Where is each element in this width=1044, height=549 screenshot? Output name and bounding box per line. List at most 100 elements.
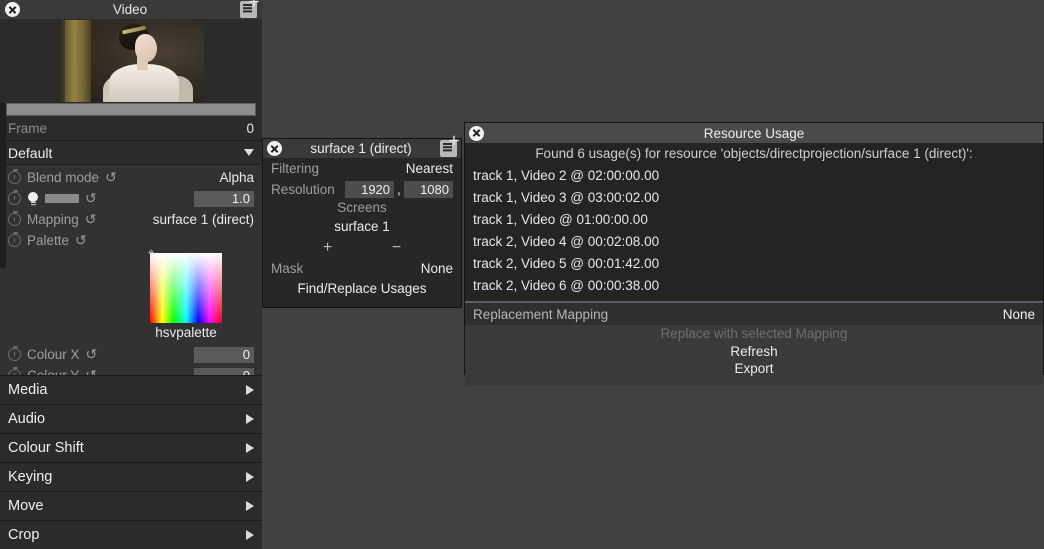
add-screen-button[interactable]: +	[323, 239, 332, 257]
video-panel: Video Frame 0 Default	[0, 0, 262, 549]
usage-list-item[interactable]: track 2, Video 5 @ 00:01:42.00	[465, 253, 1043, 275]
opacity-value[interactable]: 1.0	[194, 191, 254, 207]
replace-with-selected-mapping-button[interactable]: Replace with selected Mapping	[465, 325, 1043, 343]
property-row-colour-x[interactable]: Colour X ↺ 0	[0, 344, 262, 365]
resolution-label: Resolution	[271, 182, 335, 197]
brightness-icon[interactable]	[27, 192, 39, 206]
opacity-slider[interactable]	[45, 194, 79, 203]
keyframe-clock-icon[interactable]	[8, 348, 21, 361]
resource-usage-panel: Resource Usage Found 6 usage(s) for reso…	[464, 122, 1044, 375]
colour-x-label: Colour X	[27, 347, 80, 362]
keyframe-clock-icon[interactable]	[8, 192, 21, 205]
blend-mode-value[interactable]: Alpha	[219, 170, 254, 185]
mapping-value[interactable]: surface 1 (direct)	[153, 212, 254, 227]
chevron-right-icon[interactable]	[246, 443, 254, 453]
replacement-mapping-row[interactable]: Replacement Mapping None	[465, 303, 1043, 325]
usage-list-item[interactable]: track 1, Video 2 @ 02:00:00.00	[465, 165, 1043, 187]
preset-label: Default	[8, 145, 52, 161]
property-row-mapping[interactable]: Mapping ↺ surface 1 (direct)	[0, 209, 262, 230]
palette-swatch-container[interactable]: ⌖ hsvpalette	[0, 253, 262, 340]
surface-panel-title: surface 1 (direct)	[282, 141, 440, 156]
menu-item-label: Audio	[8, 411, 45, 427]
resolution-height-input[interactable]: 1080	[404, 181, 453, 198]
filtering-label: Filtering	[271, 161, 319, 176]
video-panel-title: Video	[20, 2, 240, 17]
close-icon[interactable]	[469, 126, 484, 141]
section-menu: Media Audio Colour Shift Keying Move Cro…	[0, 375, 262, 549]
menu-item-colour-shift[interactable]: Colour Shift	[0, 433, 262, 462]
close-icon[interactable]	[267, 141, 282, 156]
mapping-label: Mapping	[27, 212, 79, 227]
hsv-palette-swatch[interactable]: ⌖	[150, 253, 222, 323]
usage-found-text: Found 6 usage(s) for resource 'objects/d…	[465, 143, 1043, 165]
usage-panel-title: Resource Usage	[484, 126, 1024, 141]
resolution-width-input[interactable]: 1920	[345, 181, 394, 198]
menu-item-audio[interactable]: Audio	[0, 404, 262, 433]
keyframe-clock-icon[interactable]	[8, 171, 21, 184]
keyframe-clock-icon[interactable]	[8, 213, 21, 226]
frame-row[interactable]: Frame 0	[0, 116, 262, 141]
timeline-scrubber[interactable]	[6, 103, 256, 116]
menu-item-label: Media	[8, 382, 48, 398]
app-root: Video Frame 0 Default	[0, 0, 1044, 549]
chevron-right-icon[interactable]	[246, 385, 254, 395]
property-row-opacity[interactable]: ↺ 1.0	[0, 188, 262, 209]
mask-label: Mask	[271, 261, 303, 276]
close-icon[interactable]	[5, 2, 20, 17]
reset-icon[interactable]: ↺	[75, 234, 88, 247]
resolution-separator: ,	[394, 182, 404, 197]
replacement-mapping-value[interactable]: None	[1003, 307, 1035, 322]
reset-icon[interactable]: ↺	[86, 348, 99, 361]
preset-dropdown[interactable]: Default	[0, 141, 262, 165]
replacement-mapping-label: Replacement Mapping	[473, 307, 608, 322]
menu-item-keying[interactable]: Keying	[0, 462, 262, 491]
properties-list: Blend mode ↺ Alpha ↺ 1.0 Mapping ↺ surfa…	[0, 165, 262, 390]
usage-list-item[interactable]: track 2, Video 6 @ 00:00:38.00	[465, 275, 1043, 297]
chevron-right-icon[interactable]	[246, 501, 254, 511]
chevron-right-icon[interactable]	[246, 472, 254, 482]
document-add-icon[interactable]	[240, 1, 257, 18]
mask-row[interactable]: Mask None	[263, 258, 461, 279]
chevron-right-icon[interactable]	[246, 414, 254, 424]
screens-controls: + −	[263, 238, 461, 258]
export-button[interactable]: Export	[465, 360, 1043, 377]
keyframe-clock-icon[interactable]	[8, 234, 21, 247]
menu-item-media[interactable]: Media	[0, 375, 262, 404]
surface-panel-titlebar: surface 1 (direct)	[263, 139, 461, 158]
reset-icon[interactable]: ↺	[85, 213, 98, 226]
menu-item-crop[interactable]: Crop	[0, 520, 262, 549]
menu-item-label: Colour Shift	[8, 440, 84, 456]
resolution-row[interactable]: Resolution 1920 , 1080	[263, 179, 461, 200]
menu-item-label: Keying	[8, 469, 52, 485]
palette-label: Palette	[27, 233, 69, 248]
filtering-value[interactable]: Nearest	[406, 161, 453, 176]
palette-name: hsvpalette	[155, 325, 217, 340]
blend-mode-label: Blend mode	[27, 170, 99, 185]
colour-x-value[interactable]: 0	[194, 347, 254, 363]
filtering-row[interactable]: Filtering Nearest	[263, 158, 461, 179]
usage-list-item[interactable]: track 1, Video @ 01:00:00.00	[465, 209, 1043, 231]
usage-panel-titlebar: Resource Usage	[465, 123, 1043, 143]
find-replace-usages-button[interactable]: Find/Replace Usages	[263, 279, 461, 299]
property-row-palette[interactable]: Palette ↺	[0, 230, 262, 251]
screens-value[interactable]: surface 1	[263, 219, 461, 238]
chevron-down-icon[interactable]	[244, 149, 254, 156]
reset-icon[interactable]: ↺	[105, 171, 118, 184]
mask-value[interactable]: None	[421, 261, 453, 276]
property-row-blend-mode[interactable]: Blend mode ↺ Alpha	[0, 167, 262, 188]
video-thumbnail[interactable]	[59, 20, 204, 102]
video-panel-titlebar: Video	[0, 0, 262, 19]
surface-panel: surface 1 (direct) Filtering Nearest Res…	[262, 138, 462, 308]
reset-icon[interactable]: ↺	[85, 192, 98, 205]
video-thumbnail-container[interactable]	[0, 19, 262, 103]
frame-value[interactable]: 0	[246, 121, 254, 136]
screens-label: Screens	[263, 200, 461, 219]
menu-item-move[interactable]: Move	[0, 491, 262, 520]
remove-screen-button[interactable]: −	[392, 239, 401, 257]
refresh-button[interactable]: Refresh	[465, 343, 1043, 360]
menu-item-label: Move	[8, 498, 43, 514]
usage-list-item[interactable]: track 1, Video 3 @ 03:00:02.00	[465, 187, 1043, 209]
document-add-icon[interactable]	[440, 140, 457, 157]
chevron-right-icon[interactable]	[246, 530, 254, 540]
usage-list-item[interactable]: track 2, Video 4 @ 00:02:08.00	[465, 231, 1043, 253]
